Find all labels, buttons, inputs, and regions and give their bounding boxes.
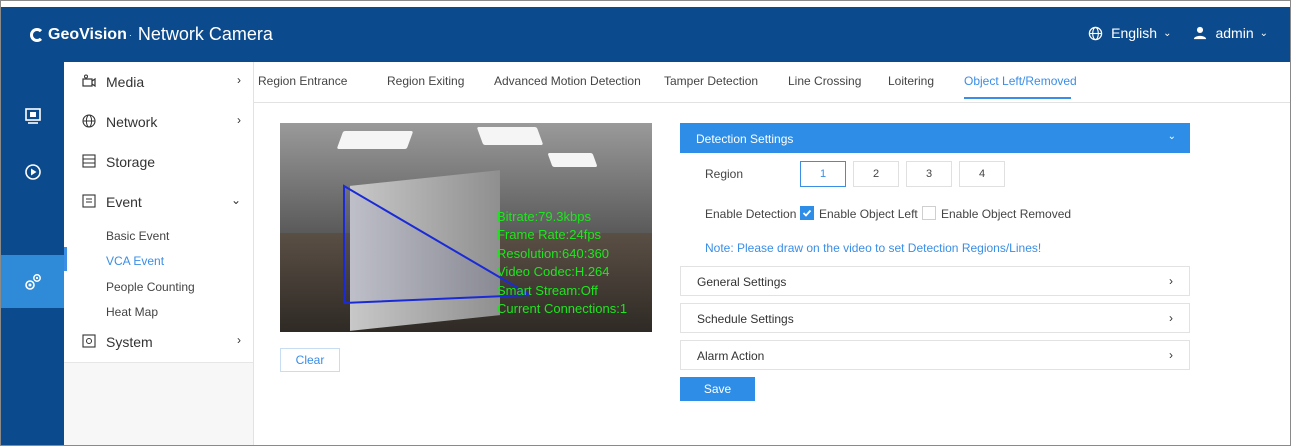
sidebar-item-storage[interactable]: Storage (64, 142, 253, 183)
event-icon (82, 194, 96, 208)
osd-current-connections: Current Connections:1 (497, 301, 628, 317)
region-button-1[interactable]: 1 (800, 161, 846, 187)
chevron-down-icon: ⌄ (1167, 131, 1176, 142)
rail-live-view[interactable] (1, 92, 64, 140)
active-indicator (64, 247, 67, 271)
rail-playback[interactable] (1, 148, 64, 196)
sidebar-subitem-vca-event[interactable]: VCA Event (106, 254, 164, 268)
sidebar-item-system[interactable]: System › (64, 322, 253, 363)
osd-frame-rate: Frame Rate:24fps (497, 227, 602, 243)
detection-settings-header[interactable]: Detection Settings ⌄ (680, 123, 1190, 153)
header-bar: GeoVision · Network Camera English ⌄ adm… (1, 7, 1290, 62)
video-preview[interactable]: Bitrate:79.3kbps Frame Rate:24fps Resolu… (280, 123, 652, 332)
region-button-4[interactable]: 4 (959, 161, 1005, 187)
video-osd: Bitrate:79.3kbps Frame Rate:24fps Resolu… (497, 208, 627, 318)
checkmark-icon (802, 209, 812, 217)
tab-region-entrance[interactable]: Region Entrance (258, 74, 347, 88)
detection-settings-title: Detection Settings (696, 132, 794, 146)
user-label: admin (1215, 25, 1254, 41)
enable-object-left-checkbox[interactable] (800, 206, 814, 220)
detection-note: Note: Please draw on the video to set De… (705, 241, 1042, 255)
region-button-2[interactable]: 2 (853, 161, 899, 187)
sidebar-item-label: System (106, 334, 153, 350)
osd-smart-stream: Smart Stream:Off (497, 282, 598, 298)
chevron-right-icon: › (237, 333, 241, 347)
chevron-right-icon: › (237, 113, 241, 127)
schedule-settings-section[interactable]: Schedule Settings › (680, 303, 1190, 333)
tab-region-exiting[interactable]: Region Exiting (387, 74, 464, 88)
event-submenu: Basic Event VCA Event People Counting He… (64, 222, 253, 328)
language-selector[interactable]: English ⌄ (1088, 25, 1171, 41)
region-button-3[interactable]: 3 (906, 161, 952, 187)
tab-tamper-detection[interactable]: Tamper Detection (664, 74, 758, 88)
region-label: Region (705, 167, 744, 181)
save-button[interactable]: Save (680, 377, 755, 401)
osd-video-codec: Video Codec:H.264 (497, 264, 610, 280)
sidebar-item-event[interactable]: Event ⌄ (64, 182, 253, 222)
general-settings-label: General Settings (697, 275, 787, 289)
alarm-action-label: Alarm Action (697, 349, 765, 363)
sidebar-item-label: Event (106, 194, 142, 210)
chevron-down-icon: ⌄ (230, 193, 241, 207)
enable-detection-label: Enable Detection (705, 207, 797, 221)
play-circle-icon (24, 164, 41, 180)
enable-object-removed-label: Enable Object Removed (941, 207, 1072, 221)
rail-settings[interactable] (1, 255, 64, 308)
chevron-right-icon: › (1169, 311, 1173, 325)
clear-button[interactable]: Clear (280, 348, 340, 372)
schedule-settings-label: Schedule Settings (697, 312, 794, 326)
media-icon (82, 74, 96, 88)
user-menu[interactable]: admin ⌄ (1193, 25, 1268, 41)
chevron-down-icon: ⌄ (1163, 27, 1172, 39)
tab-loitering[interactable]: Loitering (888, 74, 934, 88)
monitor-icon (24, 108, 41, 124)
osd-bitrate: Bitrate:79.3kbps (497, 209, 591, 224)
gears-icon (24, 273, 41, 290)
brand-name: GeoVision (48, 25, 127, 43)
user-icon (1194, 26, 1207, 40)
vca-tabs: Region Entrance Region Exiting Advanced … (254, 62, 1290, 103)
sidebar-subitem-heat-map[interactable]: Heat Map (106, 305, 158, 319)
brand-separator: · (128, 29, 132, 40)
tab-line-crossing[interactable]: Line Crossing (788, 74, 861, 88)
chevron-down-icon: ⌄ (1259, 27, 1268, 39)
tab-advanced-motion-detection[interactable]: Advanced Motion Detection (494, 74, 641, 88)
osd-resolution: Resolution:640:360 (497, 245, 610, 261)
brand-suffix: Network Camera (137, 24, 273, 44)
sidebar-item-label: Network (106, 114, 158, 130)
enable-object-removed-checkbox[interactable] (922, 206, 936, 220)
settings-sidebar: Media › Network › Storage Event ⌄ Basic … (64, 62, 254, 445)
sidebar-subitem-basic-event[interactable]: Basic Event (106, 229, 169, 243)
geovision-logo-icon (30, 27, 44, 42)
chevron-right-icon: › (1169, 348, 1173, 362)
sidebar-item-media[interactable]: Media › (64, 62, 253, 103)
active-tab-indicator (964, 97, 1071, 99)
system-icon (82, 334, 96, 348)
icon-rail (1, 62, 64, 445)
app-window: GeoVision · Network Camera English ⌄ adm… (0, 0, 1291, 446)
chevron-right-icon: › (1169, 274, 1173, 288)
sidebar-item-label: Storage (106, 154, 156, 170)
tab-object-left-removed[interactable]: Object Left/Removed (964, 74, 1077, 88)
globe-icon (82, 114, 96, 128)
sidebar-subitem-people-counting[interactable]: People Counting (106, 280, 195, 294)
language-label: English (1111, 25, 1158, 41)
chevron-right-icon: › (237, 73, 241, 87)
storage-icon (82, 154, 96, 168)
sidebar-item-network[interactable]: Network › (64, 102, 253, 143)
brand-logo: GeoVision · Network Camera (30, 24, 273, 45)
globe-icon (1088, 26, 1103, 40)
enable-object-left-label: Enable Object Left (819, 207, 918, 221)
sidebar-item-label: Media (106, 74, 145, 90)
alarm-action-section[interactable]: Alarm Action › (680, 340, 1190, 370)
general-settings-section[interactable]: General Settings › (680, 266, 1190, 296)
